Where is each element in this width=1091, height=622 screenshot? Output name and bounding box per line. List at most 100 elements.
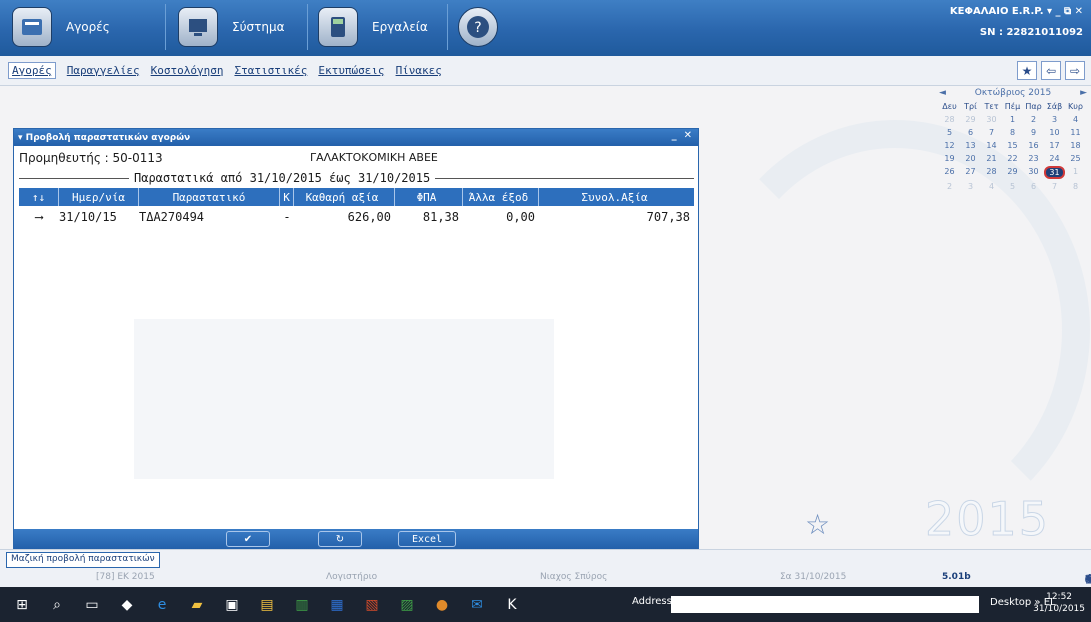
windows-taskbar: ⊞ ⌕ ▭ ◆ e ▰ ▣ ▤ ▥ ▦ ▧ ▨ ● ✉ K Address De…	[0, 587, 1091, 622]
menu-costing[interactable]: Κοστολόγηση	[151, 64, 224, 77]
document-column-header[interactable]: Παραστατικό	[139, 188, 280, 206]
word-icon[interactable]: ▦	[324, 592, 350, 618]
calendar-day[interactable]: 26	[939, 166, 960, 177]
menu-purchases[interactable]: Αγορές	[8, 62, 56, 79]
calendar-day[interactable]: 20	[960, 153, 981, 164]
calendar-day[interactable]: 29	[960, 114, 981, 125]
calendar-day[interactable]: 8	[1065, 181, 1086, 192]
calendar-day[interactable]: 2	[939, 181, 960, 192]
store-icon[interactable]: ▣	[219, 592, 245, 618]
calendar-day[interactable]: 6	[960, 127, 981, 138]
windows-start-icon[interactable]: ⊞	[9, 592, 35, 618]
explorer-icon[interactable]: ▤	[254, 592, 280, 618]
serial-number: SN : 22821011092	[979, 27, 1083, 38]
date-column-header[interactable]: Ημερ/νία	[59, 188, 139, 206]
powerpoint-icon[interactable]: ▧	[359, 592, 385, 618]
system-module-button[interactable]: Σύστημα	[172, 4, 308, 50]
calendar-day[interactable]: 21	[981, 153, 1002, 164]
prev-month-arrow-icon[interactable]: ◄	[939, 88, 946, 98]
calendar-day[interactable]: 30	[981, 114, 1002, 125]
dialog-title: Προβολή παραστατικών αγορών	[25, 132, 191, 143]
calendar-day[interactable]: 12	[939, 140, 960, 151]
desktop-label[interactable]: Desktop	[990, 597, 1031, 608]
calendar-day[interactable]: 13	[960, 140, 981, 151]
sort-column-header[interactable]: ↑↓	[19, 188, 59, 206]
calendar-day[interactable]: 2	[1023, 114, 1044, 125]
calendar-day[interactable]: 1	[1065, 166, 1086, 177]
clock[interactable]: 12:52 31/10/2015	[1033, 591, 1085, 615]
other-expenses-column-header[interactable]: Άλλα έξοδ	[463, 188, 539, 206]
edge-browser-icon[interactable]: e	[149, 592, 175, 618]
calendar-day[interactable]: 29	[1002, 166, 1023, 177]
calendar-day[interactable]: 7	[1044, 181, 1065, 192]
calendar-day[interactable]: 7	[981, 127, 1002, 138]
favorites-icon[interactable]: ★	[1017, 61, 1037, 80]
back-arrow-icon[interactable]: ⇦	[1041, 61, 1061, 80]
calendar-day[interactable]: 24	[1044, 153, 1065, 164]
calendar-day[interactable]: 31	[1044, 166, 1065, 179]
menu-tables[interactable]: Πίνακες	[396, 64, 442, 77]
purchases-module-button[interactable]: Αγορές	[6, 4, 166, 50]
calendar-day[interactable]: 15	[1002, 140, 1023, 151]
next-month-arrow-icon[interactable]: ►	[1080, 88, 1087, 98]
kefalaio-app-icon[interactable]: K	[499, 592, 525, 618]
calendar-day[interactable]: 14	[981, 140, 1002, 151]
search-icon[interactable]: ⌕	[44, 592, 70, 618]
forward-arrow-icon[interactable]: ⇨	[1065, 61, 1085, 80]
calendar-day[interactable]: 5	[1002, 181, 1023, 192]
calendar-day[interactable]: 25	[1065, 153, 1086, 164]
calendar-day[interactable]: 28	[981, 166, 1002, 177]
excel-icon[interactable]: ▥	[289, 592, 315, 618]
menu-statistics[interactable]: Στατιστικές	[234, 64, 307, 77]
task-view-icon[interactable]: ▭	[79, 592, 105, 618]
calendar-day[interactable]: 23	[1023, 153, 1044, 164]
app-icon[interactable]: ◆	[114, 592, 140, 618]
net-value-column-header[interactable]: Καθαρή αξία	[294, 188, 395, 206]
confirm-button[interactable]: ✔	[226, 531, 270, 547]
address-input[interactable]	[671, 596, 979, 613]
help-button[interactable]: ?	[452, 4, 522, 50]
outlook-icon[interactable]: ✉	[464, 592, 490, 618]
total-value-column-header[interactable]: Συνολ.Αξία	[539, 188, 694, 206]
calendar-day[interactable]: 4	[981, 181, 1002, 192]
status-company: [78] ΕΚ 2015	[96, 572, 155, 582]
supplier-label: Προμηθευτής : 50-0113	[19, 151, 163, 165]
calendar-day[interactable]: 3	[960, 181, 981, 192]
excel-button[interactable]: Excel	[398, 531, 456, 547]
refresh-button[interactable]: ↻	[318, 531, 362, 547]
calendar-day[interactable]: 9	[1023, 127, 1044, 138]
dialog-close-icon[interactable]: _ ✕	[672, 130, 692, 141]
vat-column-header[interactable]: ΦΠΑ	[395, 188, 463, 206]
calendar-day[interactable]: 27	[960, 166, 981, 177]
calendar-day[interactable]: 19	[939, 153, 960, 164]
calendar-day[interactable]: 18	[1065, 140, 1086, 151]
calendar-day[interactable]: 11	[1065, 127, 1086, 138]
system-icon	[178, 7, 218, 47]
watermark-area	[134, 319, 554, 479]
mail-icon[interactable]: ✉	[1085, 572, 1091, 585]
k-column-header[interactable]: Κ	[280, 188, 294, 206]
chrome-icon[interactable]: ●	[429, 592, 455, 618]
calendar-day[interactable]: 3	[1044, 114, 1065, 125]
star-icon[interactable]: ☆	[805, 508, 830, 541]
calendar-day[interactable]: 6	[1023, 181, 1044, 192]
minimize-icon[interactable]: ▾ _ ⧉ ✕	[1047, 6, 1083, 17]
menu-prints[interactable]: Εκτυπώσεις	[318, 64, 384, 77]
calendar-day[interactable]: 22	[1002, 153, 1023, 164]
calendar-day[interactable]: 10	[1044, 127, 1065, 138]
calendar-day[interactable]: 28	[939, 114, 960, 125]
folder-icon[interactable]: ▰	[184, 592, 210, 618]
calendar-day[interactable]: 1	[1002, 114, 1023, 125]
table-row[interactable]: ⟶ 31/10/15 ΤΔΑ270494 - 626,00 81,38 0,00…	[19, 209, 694, 225]
brand-name: ΚΕΦΑΛΑΙΟ E.R.P.	[949, 6, 1044, 17]
tools-module-button[interactable]: Εργαλεία	[312, 4, 448, 50]
menu-orders[interactable]: Παραγγελίες	[67, 64, 140, 77]
calendar-day[interactable]: 8	[1002, 127, 1023, 138]
calendar-day[interactable]: 5	[939, 127, 960, 138]
calendar-day[interactable]: 30	[1023, 166, 1044, 177]
calendar-day[interactable]: 17	[1044, 140, 1065, 151]
calendar-day[interactable]: 16	[1023, 140, 1044, 151]
publisher-icon[interactable]: ▨	[394, 592, 420, 618]
dialog-collapse-icon[interactable]: ▾	[18, 133, 26, 143]
calendar-day[interactable]: 4	[1065, 114, 1086, 125]
